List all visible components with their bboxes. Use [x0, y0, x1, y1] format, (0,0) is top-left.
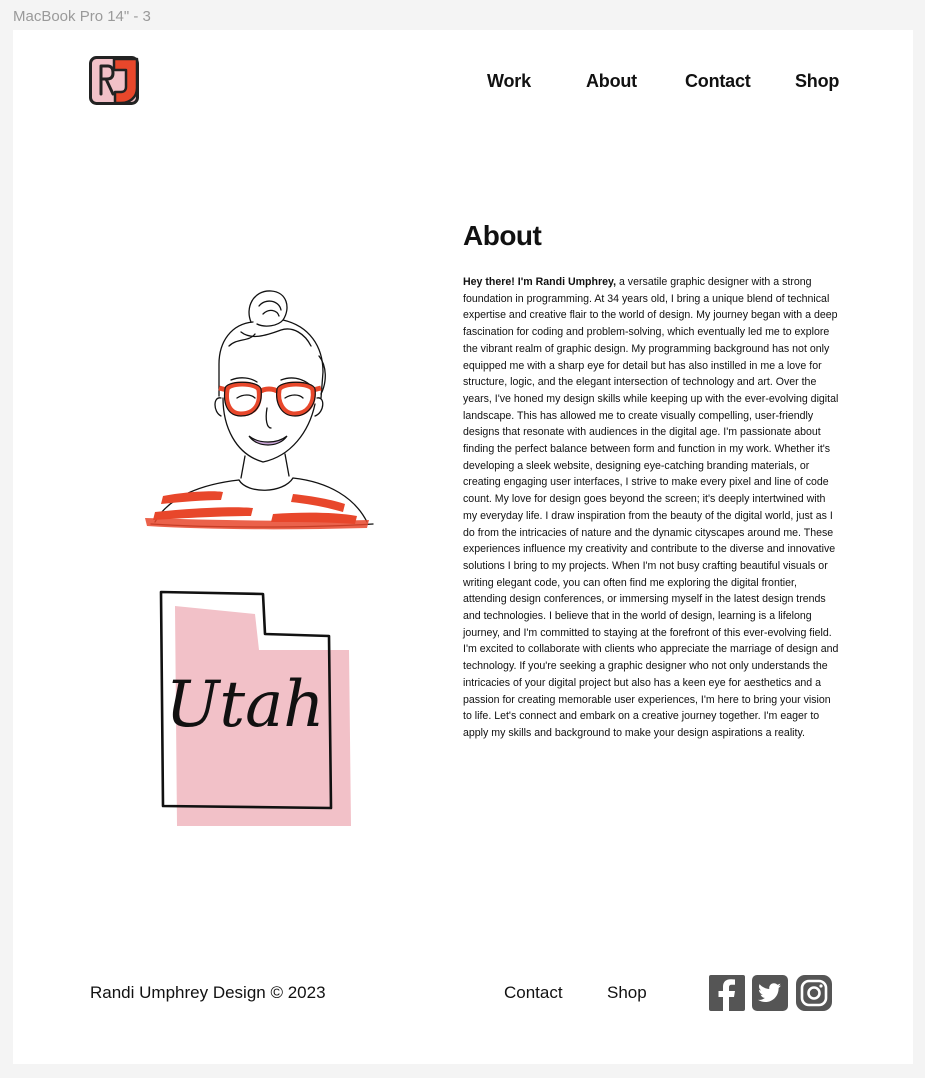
page-title: About [463, 220, 542, 251]
about-text: a versatile graphic designer with a stro… [463, 276, 839, 739]
footer-shop-link[interactable]: Shop [607, 983, 647, 1003]
portrait-illustration [145, 290, 374, 530]
about-paragraph: Hey there! I'm Randi Umphrey, a versatil… [463, 274, 841, 742]
page: Work About Contact Shop Utah About Hey t… [13, 30, 913, 1064]
nav-about[interactable]: About [586, 71, 637, 92]
nav-shop[interactable]: Shop [795, 71, 839, 92]
frame-label: MacBook Pro 14" - 3 [13, 8, 151, 25]
footer-contact-link[interactable]: Contact [504, 983, 563, 1003]
twitter-icon[interactable] [752, 975, 788, 1011]
nav-contact[interactable]: Contact [685, 71, 751, 92]
utah-handwriting: Utah [165, 668, 324, 742]
footer-copyright: Randi Umphrey Design © 2023 [90, 983, 326, 1002]
nav-work[interactable]: Work [487, 71, 531, 92]
instagram-icon[interactable] [796, 975, 832, 1011]
about-intro: Hey there! I'm Randi Umphrey, [463, 276, 617, 288]
facebook-icon[interactable] [709, 975, 745, 1011]
utah-illustration: Utah [159, 590, 351, 826]
main-nav: Work About Contact Shop [13, 71, 913, 95]
